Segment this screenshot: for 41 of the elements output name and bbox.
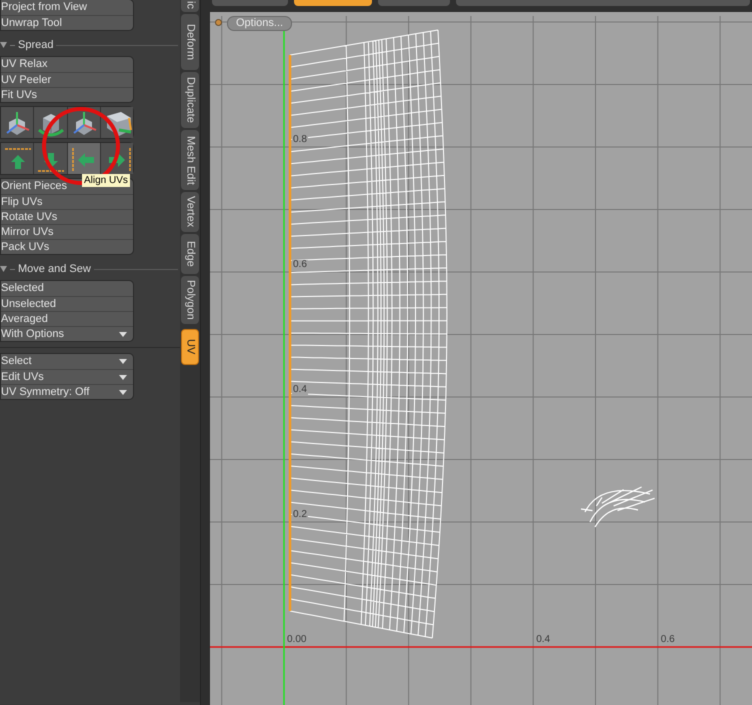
panel-button[interactable]: Edit UVs [1, 369, 133, 384]
dropdown-arrow-icon [119, 374, 127, 380]
axis-label: 0.4 [292, 385, 308, 395]
panel-button[interactable]: Averaged [1, 311, 133, 326]
side-tab[interactable]: Vertex [181, 192, 199, 232]
panel-button[interactable]: UV Relax [1, 57, 133, 72]
section-header: Move and Sew [18, 262, 91, 277]
axis-label: 0.4 [536, 635, 550, 645]
axis-label: 0.6 [292, 260, 308, 270]
panel-button[interactable]: Selected [1, 281, 133, 296]
side-tab[interactable]: Duplicate [181, 72, 199, 128]
panel-button[interactable]: Unwrap Tool [1, 15, 133, 30]
panel-button[interactable]: UV Peeler [1, 72, 133, 87]
panel-button[interactable]: Select [1, 354, 133, 369]
axis-label: 0.6 [660, 635, 675, 645]
collapse-triangle-icon[interactable] [0, 42, 7, 48]
side-tab[interactable]: UV [181, 329, 199, 365]
side-tab[interactable]: Deform [181, 14, 199, 70]
panel-button[interactable]: Mirror UVs [1, 224, 133, 239]
panel-button[interactable]: Rotate UVs [1, 209, 133, 224]
tooltip: Align UVs [82, 174, 130, 187]
side-tab[interactable]: Mesh Edit [181, 130, 199, 190]
axis-label: 0.00 [287, 635, 306, 645]
panel-button[interactable]: Flip UVs [1, 194, 133, 209]
dropdown-arrow-icon [119, 390, 127, 394]
dropdown-arrow-icon [119, 332, 127, 336]
axis-label: 0.2 [292, 510, 308, 520]
panel-button[interactable]: With Options [1, 326, 133, 341]
panel-button[interactable]: Fit UVs [1, 87, 133, 102]
tool-button[interactable] [66, 143, 100, 174]
panel-button[interactable]: UV Symmetry: Off [1, 384, 133, 399]
side-tab[interactable]: ic [181, 0, 199, 12]
panel-button[interactable]: Unselected [1, 296, 133, 311]
panel-button[interactable]: Project from View [1, 0, 133, 15]
side-tab[interactable]: Polygon [181, 276, 199, 324]
dropdown-arrow-icon [119, 359, 127, 364]
panel-button[interactable]: Pack UVs [1, 239, 133, 254]
axis-label: 0.8 [292, 135, 308, 145]
collapse-triangle-icon[interactable] [0, 266, 7, 272]
side-tab[interactable]: Edge [181, 234, 199, 274]
section-header: Spread [18, 38, 54, 53]
